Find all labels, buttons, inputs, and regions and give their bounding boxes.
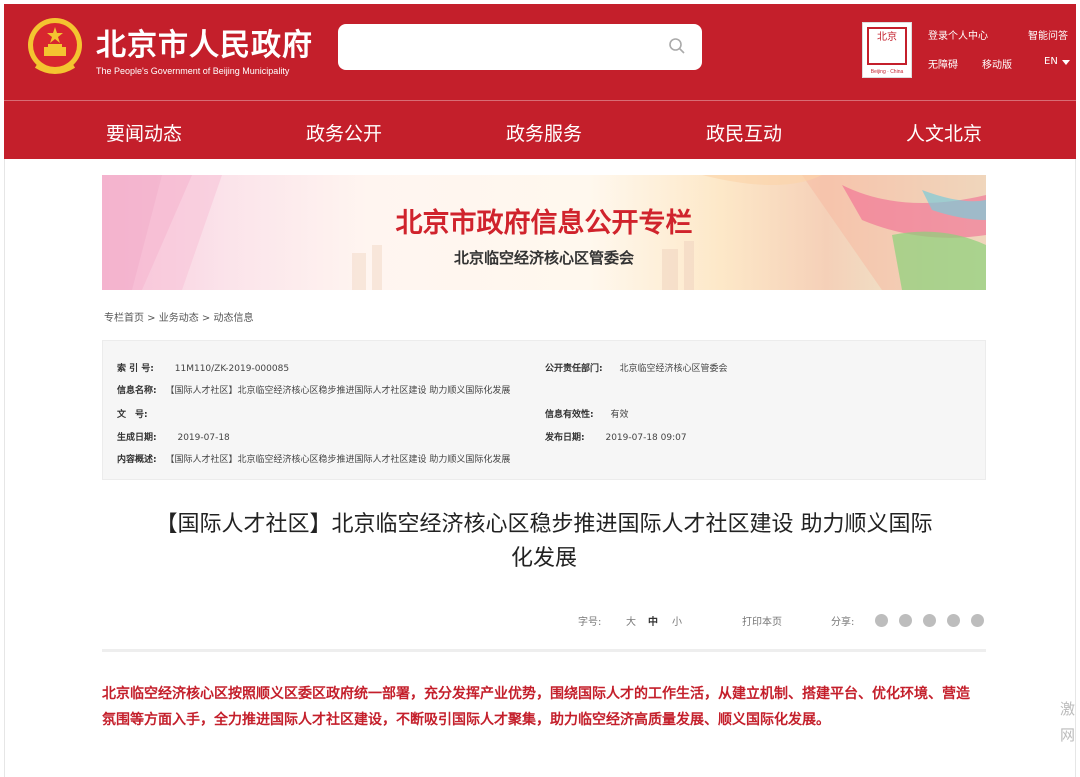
nav-item-interaction[interactable]: 政民互动 bbox=[706, 119, 782, 146]
banner-subtitle: 北京临空经济核心区管委会 bbox=[453, 249, 634, 267]
page-border-left bbox=[4, 159, 5, 777]
info-dept-value: 北京临空经济核心区管委会 bbox=[619, 364, 728, 374]
nav-item-culture-beijing[interactable]: 人文北京 bbox=[906, 119, 982, 146]
banner-title: 北京市政府信息公开专栏 bbox=[395, 208, 693, 239]
watermark-text: 激 网 bbox=[1060, 700, 1076, 744]
info-name-value: 【国际人才社区】北京临空经济核心区稳步推进国际人才社区建设 助力顺义国际化发展 bbox=[165, 386, 511, 396]
accessibility-link[interactable]: 无障碍 bbox=[928, 56, 958, 71]
share-qzone-icon[interactable] bbox=[923, 614, 936, 627]
font-size-medium-button[interactable]: 中 bbox=[648, 613, 658, 628]
info-dept-label: 公开责任部门: bbox=[545, 364, 603, 374]
article-title-line-1: 【国际人才社区】北京临空经济核心区稳步推进国际人才社区建设 助力顺义国际 bbox=[155, 512, 933, 537]
font-size-large-button[interactable]: 大 bbox=[626, 613, 636, 628]
info-validity-label: 信息有效性: bbox=[545, 410, 594, 420]
share-wechat-icon[interactable] bbox=[899, 614, 912, 627]
national-emblem-icon[interactable] bbox=[26, 16, 84, 78]
info-index-label: 索 引 号: bbox=[117, 364, 154, 374]
mobile-version-link[interactable]: 移动版 bbox=[982, 56, 1012, 71]
share-douban-icon[interactable] bbox=[947, 614, 960, 627]
english-link[interactable]: EN bbox=[1044, 56, 1058, 67]
site-title[interactable]: 北京市人民政府 bbox=[96, 20, 313, 64]
info-published-label: 发布日期: bbox=[545, 433, 585, 443]
info-name-row: 信息名称: 【国际人才社区】北京临空经济核心区稳步推进国际人才社区建设 助力顺义… bbox=[117, 383, 510, 396]
main-nav: 要闻动态 政务公开 政务服务 政民互动 人文北京 bbox=[4, 101, 1076, 159]
beijing-china-logo[interactable]: 北京 Beijing · China bbox=[862, 22, 912, 78]
info-index-row: 索 引 号: 11M110/ZK-2019-000085 bbox=[117, 361, 289, 374]
info-validity-row: 信息有效性: 有效 bbox=[545, 407, 629, 420]
logo-glyph: 北京 bbox=[867, 27, 907, 65]
search-input[interactable] bbox=[338, 24, 702, 70]
print-page-button[interactable]: 打印本页 bbox=[742, 613, 782, 628]
info-index-value: 11M110/ZK-2019-000085 bbox=[174, 364, 290, 374]
article-title-line-2: 化发展 bbox=[510, 546, 577, 571]
share-label: 分享: bbox=[831, 617, 855, 628]
article-divider bbox=[102, 649, 986, 652]
article-title: 【国际人才社区】北京临空经济核心区稳步推进国际人才社区建设 助力顺义国际 化发展 bbox=[102, 508, 986, 576]
nav-item-government-affairs[interactable]: 政务公开 bbox=[306, 119, 382, 146]
site-header: 北京市人民政府 The People's Government of Beiji… bbox=[4, 4, 1076, 159]
page-border-right bbox=[1075, 159, 1076, 777]
info-published-row: 发布日期: 2019-07-18 09:07 bbox=[545, 430, 687, 443]
nav-item-government-services[interactable]: 政务服务 bbox=[506, 119, 582, 146]
breadcrumb[interactable]: 专栏首页 > 业务动态 > 动态信息 bbox=[104, 309, 253, 324]
info-validity-value: 有效 bbox=[610, 410, 629, 420]
info-summary-row: 内容概述: 【国际人才社区】北京临空经济核心区稳步推进国际人才社区建设 助力顺义… bbox=[117, 452, 510, 465]
info-summary-label: 内容概述: bbox=[117, 455, 157, 465]
chevron-down-icon[interactable] bbox=[1062, 60, 1070, 66]
share-weibo-icon[interactable] bbox=[875, 614, 888, 627]
info-created-value: 2019-07-18 bbox=[177, 433, 230, 443]
login-personal-center-link[interactable]: 登录个人中心 bbox=[928, 27, 988, 42]
info-summary-value: 【国际人才社区】北京临空经济核心区稳步推进国际人才社区建设 助力顺义国际化发展 bbox=[165, 455, 511, 465]
site-subtitle: The People's Government of Beijing Munic… bbox=[96, 66, 290, 76]
search-icon[interactable] bbox=[668, 37, 686, 55]
info-created-row: 生成日期: 2019-07-18 bbox=[117, 430, 230, 443]
nav-item-news[interactable]: 要闻动态 bbox=[106, 119, 182, 146]
font-size-small-button[interactable]: 小 bbox=[672, 613, 682, 628]
article-lead-paragraph: 北京临空经济核心区按照顺义区委区政府统一部署，充分发挥产业优势，围绕国际人才的工… bbox=[102, 686, 970, 728]
logo-caption: Beijing · China bbox=[870, 69, 904, 75]
info-disclosure-banner: 北京市政府信息公开专栏 北京临空经济核心区管委会 bbox=[102, 175, 986, 290]
info-dept-row: 公开责任部门: 北京临空经济核心区管委会 bbox=[545, 361, 728, 374]
document-info-table: 索 引 号: 11M110/ZK-2019-000085 公开责任部门: 北京临… bbox=[102, 340, 986, 480]
info-created-label: 生成日期: bbox=[117, 433, 157, 443]
font-size-label: 字号: bbox=[578, 617, 602, 628]
info-doc-row: 文 号: bbox=[117, 407, 154, 420]
info-published-value: 2019-07-18 09:07 bbox=[605, 433, 687, 443]
info-doc-label: 文 号: bbox=[117, 410, 148, 420]
share-more-icon[interactable] bbox=[971, 614, 984, 627]
smart-qa-link[interactable]: 智能问答 bbox=[1028, 27, 1068, 42]
info-name-label: 信息名称: bbox=[117, 386, 157, 396]
